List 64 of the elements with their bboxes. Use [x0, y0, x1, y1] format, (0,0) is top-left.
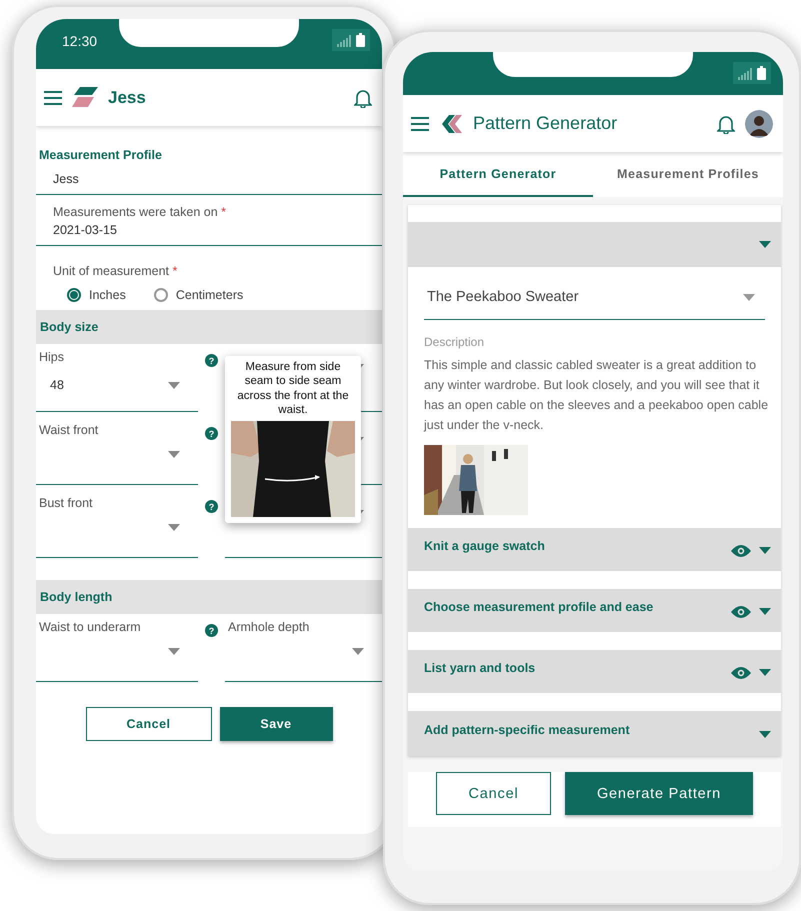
caret-icon: [759, 241, 771, 248]
step-header[interactable]: Choose measurement profile and ease: [408, 589, 781, 632]
menu-icon[interactable]: [44, 90, 62, 104]
description-text: This simple and classic cabled sweater is a great addition to any winter wardrobe. But look closely, and you will see that it has an open cable on the sleeves and a peekaboo open cable just under the v-neck.: [424, 357, 770, 434]
text-field[interactable]: Jess: [36, 162, 382, 195]
battery-icon: [757, 66, 766, 80]
menu-icon[interactable]: [411, 116, 429, 130]
caret-icon: [352, 648, 364, 655]
section-header: Body length: [36, 580, 382, 614]
eye-icon[interactable]: [731, 666, 751, 678]
app-title: Jess: [108, 88, 147, 108]
primary-button[interactable]: Save: [220, 707, 332, 741]
logo-icon: [72, 86, 98, 108]
date-field[interactable]: Measurements were taken on * 2021-03-15: [36, 195, 382, 246]
signal-icon: [738, 68, 752, 80]
caret-icon: [759, 669, 771, 676]
pattern-select[interactable]: The Peekaboo Sweater: [424, 289, 765, 320]
tab[interactable]: Measurement Profiles: [593, 152, 783, 197]
section-heading: Measurement Profile: [39, 148, 163, 162]
step-header[interactable]: Add pattern-specific measurement: [408, 711, 781, 756]
caret-icon: [759, 547, 771, 554]
section-header: Body size: [36, 310, 382, 344]
battery-icon: [356, 33, 365, 47]
signal-icon: [337, 35, 351, 47]
logo-icon: [439, 114, 463, 132]
help-icon[interactable]: ?: [205, 500, 218, 513]
caret-icon: [168, 382, 180, 388]
field-label: Waist front: [39, 423, 100, 437]
field-label: Armhole depth: [228, 620, 310, 634]
app-title: Pattern Generator: [473, 113, 618, 134]
help-icon[interactable]: ?: [205, 624, 218, 637]
select-field[interactable]: Armhole depth: [225, 614, 382, 682]
caret-icon: [168, 524, 180, 531]
step-header[interactable]: List yarn and tools: [408, 650, 781, 693]
field-label: Hips: [39, 350, 66, 364]
radio-option[interactable]: Inches: [67, 288, 126, 302]
caret-icon: [759, 731, 771, 738]
avatar[interactable]: [745, 110, 773, 138]
eye-icon[interactable]: [731, 544, 751, 556]
field-value: 48: [50, 378, 64, 392]
help-icon[interactable]: ?: [205, 354, 218, 367]
tooltip-text: Measure from side seam to side seam across the front at the waist.: [236, 360, 350, 418]
step-header[interactable]: Knit a gauge swatch: [408, 528, 781, 571]
select-field[interactable]: Bust front: [36, 490, 198, 558]
caret-icon: [168, 648, 180, 655]
eye-icon[interactable]: [731, 606, 751, 618]
bell-icon[interactable]: [717, 114, 735, 134]
select-field[interactable]: Waist front: [36, 417, 198, 485]
select-field[interactable]: Hips 48: [36, 344, 198, 412]
description-label: Description: [424, 335, 486, 349]
help-icon[interactable]: ?: [205, 427, 218, 440]
primary-button[interactable]: Generate Pattern: [565, 772, 753, 815]
radio-option[interactable]: Centimeters: [154, 288, 244, 302]
select-field[interactable]: Waist to underarm: [36, 614, 198, 682]
bell-icon[interactable]: [354, 88, 372, 108]
cancel-button[interactable]: Cancel: [436, 772, 551, 815]
cancel-button[interactable]: Cancel: [86, 707, 212, 741]
field-label: Waist to underarm: [39, 620, 142, 634]
field-label: Unit of measurement *: [53, 264, 178, 278]
status-time: 12:30: [62, 33, 98, 49]
caret-icon: [759, 608, 771, 615]
caret-icon: [168, 451, 180, 458]
field-label: Bust front: [39, 496, 94, 510]
caret-icon: [743, 294, 755, 300]
